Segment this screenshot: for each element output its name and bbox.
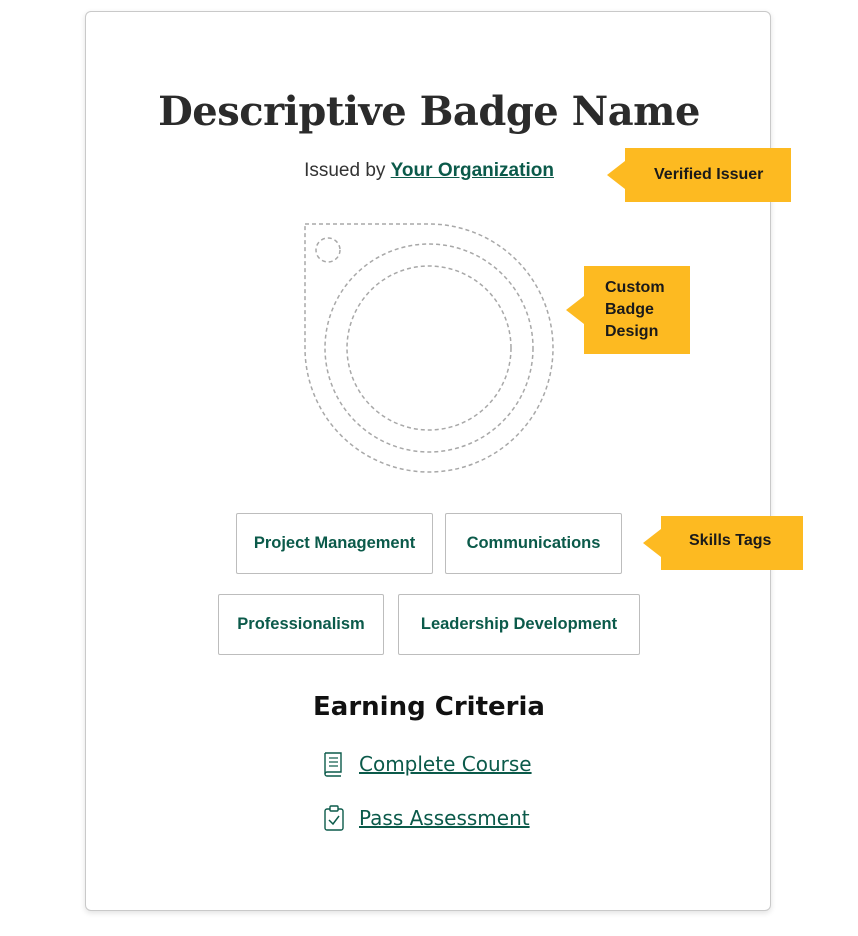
callout-design-line-2: Badge (605, 301, 654, 318)
book-icon (324, 752, 342, 777)
callout-verified-issuer: Verified Issuer (607, 148, 791, 202)
badge-title: Descriptive Badge Name (158, 88, 700, 135)
skill-tag-professionalism[interactable]: Professionalism (218, 594, 384, 655)
skill-tag-leadership-development[interactable]: Leadership Development (398, 594, 640, 655)
badge-image-placeholder (304, 223, 554, 473)
callout-design-line-3: Design (605, 323, 659, 340)
issued-by-prefix: Issued by (304, 160, 386, 181)
callout-custom-badge-design: Custom Badge Design (566, 266, 690, 354)
issuer-link[interactable]: Your Organization (391, 160, 554, 181)
badge-hole (315, 237, 341, 263)
complete-course-link[interactable]: Complete Course (359, 752, 532, 776)
callout-skills-tags: Skills Tags (643, 516, 803, 570)
badge-inner-ring (346, 265, 512, 431)
callout-design-line-1: Custom (605, 279, 665, 296)
criteria-item-complete-course: Complete Course (321, 750, 532, 778)
skill-tag-communications[interactable]: Communications (445, 513, 622, 574)
criteria-item-pass-assessment: Pass Assessment (323, 804, 530, 832)
earning-criteria-heading: Earning Criteria (313, 692, 545, 722)
badge-outer-ring (324, 243, 534, 453)
pass-assessment-link[interactable]: Pass Assessment (359, 806, 530, 830)
skill-tag-project-management[interactable]: Project Management (236, 513, 433, 574)
badge-outline (304, 223, 554, 473)
clipboard-check-icon (324, 805, 344, 831)
